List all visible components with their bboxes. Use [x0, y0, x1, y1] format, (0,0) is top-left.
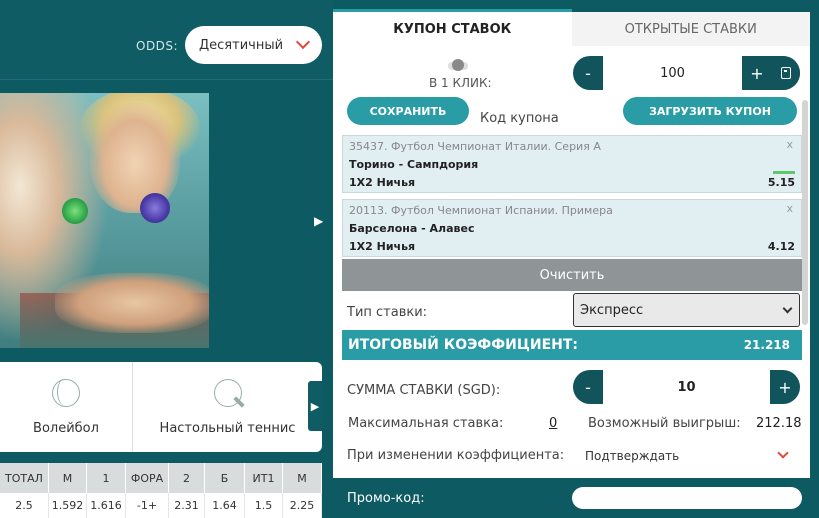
volleyball-icon: [52, 377, 80, 407]
promo-code-row: Промо-код:: [333, 478, 810, 518]
chevron-down-icon: [295, 34, 311, 50]
odds-up-indicator: [773, 171, 795, 174]
odds-format-value: Десятичный: [199, 37, 284, 53]
bet-type-value: Экспресс: [580, 302, 644, 318]
bet-slip-scrollbar[interactable]: [802, 100, 808, 325]
calculator-button[interactable]: [772, 56, 800, 90]
odds-cell[interactable]: 1.5: [245, 493, 283, 518]
bet-coefficient: 5.15: [767, 176, 795, 189]
col-header: ФОРА: [126, 463, 169, 493]
max-stake-link[interactable]: 0: [549, 416, 557, 431]
close-icon[interactable]: x: [786, 202, 793, 215]
odds-cell[interactable]: 2.25: [283, 493, 322, 518]
chevron-down-icon[interactable]: [777, 447, 789, 459]
tab-bet-coupon[interactable]: КУПОН СТАВОК: [333, 9, 572, 46]
stake-amount-input[interactable]: 10: [603, 370, 770, 404]
one-click-minus-button[interactable]: -: [573, 56, 603, 90]
stake-label: СУММА СТАВКИ (SGD):: [347, 383, 501, 398]
save-coupon-button[interactable]: СОХРАНИТЬ: [347, 97, 469, 125]
bet-slip-tabs: КУПОН СТАВОК ОТКРЫТЫЕ СТАВКИ: [333, 9, 810, 46]
odds-cell[interactable]: -1+: [126, 493, 169, 518]
sports-carousel: Волейбол Настольный теннис: [0, 362, 322, 452]
chevron-down-icon: [782, 303, 793, 314]
clear-button[interactable]: Очистить: [342, 259, 802, 291]
bet-item: 20113. Футбол Чемпионат Испании. Примера…: [342, 199, 802, 257]
one-click-plus-button[interactable]: +: [742, 56, 772, 90]
one-click-amount-input[interactable]: 100: [603, 56, 742, 90]
promo-code-label: Промо-код:: [347, 491, 425, 506]
possible-win-value: 212.18: [756, 416, 802, 431]
stake-minus-button[interactable]: -: [573, 370, 603, 404]
bet-coefficient: 4.12: [767, 240, 795, 253]
sport-item-table-tennis[interactable]: Настольный теннис: [133, 362, 322, 452]
odds-cell[interactable]: 1.64: [205, 493, 245, 518]
bet-match: Барселона - Алавес: [349, 222, 475, 235]
tab-open-bets[interactable]: ОТКРЫТЫЕ СТАВКИ: [571, 12, 810, 46]
bet-league: 35437. Футбол Чемпионат Италии. Серия А: [349, 140, 601, 153]
sports-next-arrow-icon[interactable]: ▶: [308, 381, 322, 431]
possible-win-label: Возможный выигрыш:: [588, 416, 741, 431]
one-click-toggle[interactable]: [448, 59, 468, 71]
stake-stepper: - 10 +: [573, 370, 800, 404]
col-header: М: [49, 463, 87, 493]
on-odds-change-select[interactable]: Подтверждать: [585, 449, 679, 463]
banner-next-arrow-icon[interactable]: ▶: [314, 214, 323, 228]
table-tennis-icon: [213, 378, 242, 407]
one-click-label: В 1 КЛИК:: [429, 76, 492, 90]
odds-cell[interactable]: 2.31: [169, 493, 205, 518]
sport-item-volleyball[interactable]: Волейбол: [0, 362, 133, 452]
col-header: ИТ1: [245, 463, 283, 493]
stake-plus-button[interactable]: +: [770, 370, 800, 404]
one-click-stepper: - 100 +: [573, 56, 800, 90]
odds-cell[interactable]: 1.592: [49, 493, 87, 518]
left-header: ODDS: Десятичный: [0, 0, 333, 80]
promo-code-input[interactable]: [572, 487, 802, 509]
bet-type-select[interactable]: Экспресс: [573, 293, 800, 327]
sport-label: Настольный теннис: [159, 420, 296, 436]
total-coefficient-label: ИТОГОВЫЙ КОЭФФИЦИЕНТ:: [348, 337, 578, 353]
col-header: М: [283, 463, 322, 493]
bet-slip: КУПОН СТАВОК ОТКРЫТЫЕ СТАВКИ В 1 КЛИК: -…: [333, 9, 810, 478]
bet-type-label: Тип ставки:: [347, 305, 428, 320]
coupon-code-input[interactable]: Код купона: [480, 111, 559, 126]
table-row: 2.5 1.592 1.616 -1+ 2.31 1.64 1.5 2.25: [0, 493, 322, 518]
bet-market: 1X2 Ничья: [349, 240, 416, 253]
bet-market: 1X2 Ничья: [349, 176, 416, 189]
odds-label: ODDS:: [136, 39, 179, 53]
load-coupon-button[interactable]: ЗАГРУЗИТЬ КУПОН: [623, 97, 797, 125]
bet-league: 20113. Футбол Чемпионат Испании. Примера: [349, 204, 613, 217]
calculator-icon: [781, 67, 791, 79]
total-coefficient-bar: ИТОГОВЫЙ КОЭФФИЦИЕНТ: 21.218: [342, 330, 802, 360]
odds-cell[interactable]: 2.5: [0, 493, 49, 518]
promo-banner[interactable]: [0, 93, 209, 348]
odds-cell[interactable]: 1.616: [87, 493, 126, 518]
col-header: 1: [87, 463, 126, 493]
odds-table-header: ТОТАЛ М 1 ФОРА 2 Б ИТ1 М: [0, 463, 322, 493]
sport-label: Волейбол: [33, 420, 99, 436]
casino-chip-purple: [140, 193, 170, 223]
total-coefficient-value: 21.218: [743, 338, 790, 352]
bet-item: 35437. Футбол Чемпионат Италии. Серия А …: [342, 135, 802, 193]
close-icon[interactable]: x: [786, 138, 793, 151]
odds-table: ТОТАЛ М 1 ФОРА 2 Б ИТ1 М 2.5 1.592 1.616…: [0, 463, 322, 518]
col-header: 2: [169, 463, 205, 493]
on-odds-change-label: При изменении коэффициента:: [347, 448, 565, 463]
odds-format-select[interactable]: Десятичный: [185, 26, 322, 64]
max-stake-label: Максимальная ставка:: [348, 416, 504, 431]
bet-match: Торино - Сампдория: [349, 158, 479, 171]
casino-chip-green: [62, 198, 88, 224]
col-header: ТОТАЛ: [0, 463, 49, 493]
col-header: Б: [205, 463, 245, 493]
